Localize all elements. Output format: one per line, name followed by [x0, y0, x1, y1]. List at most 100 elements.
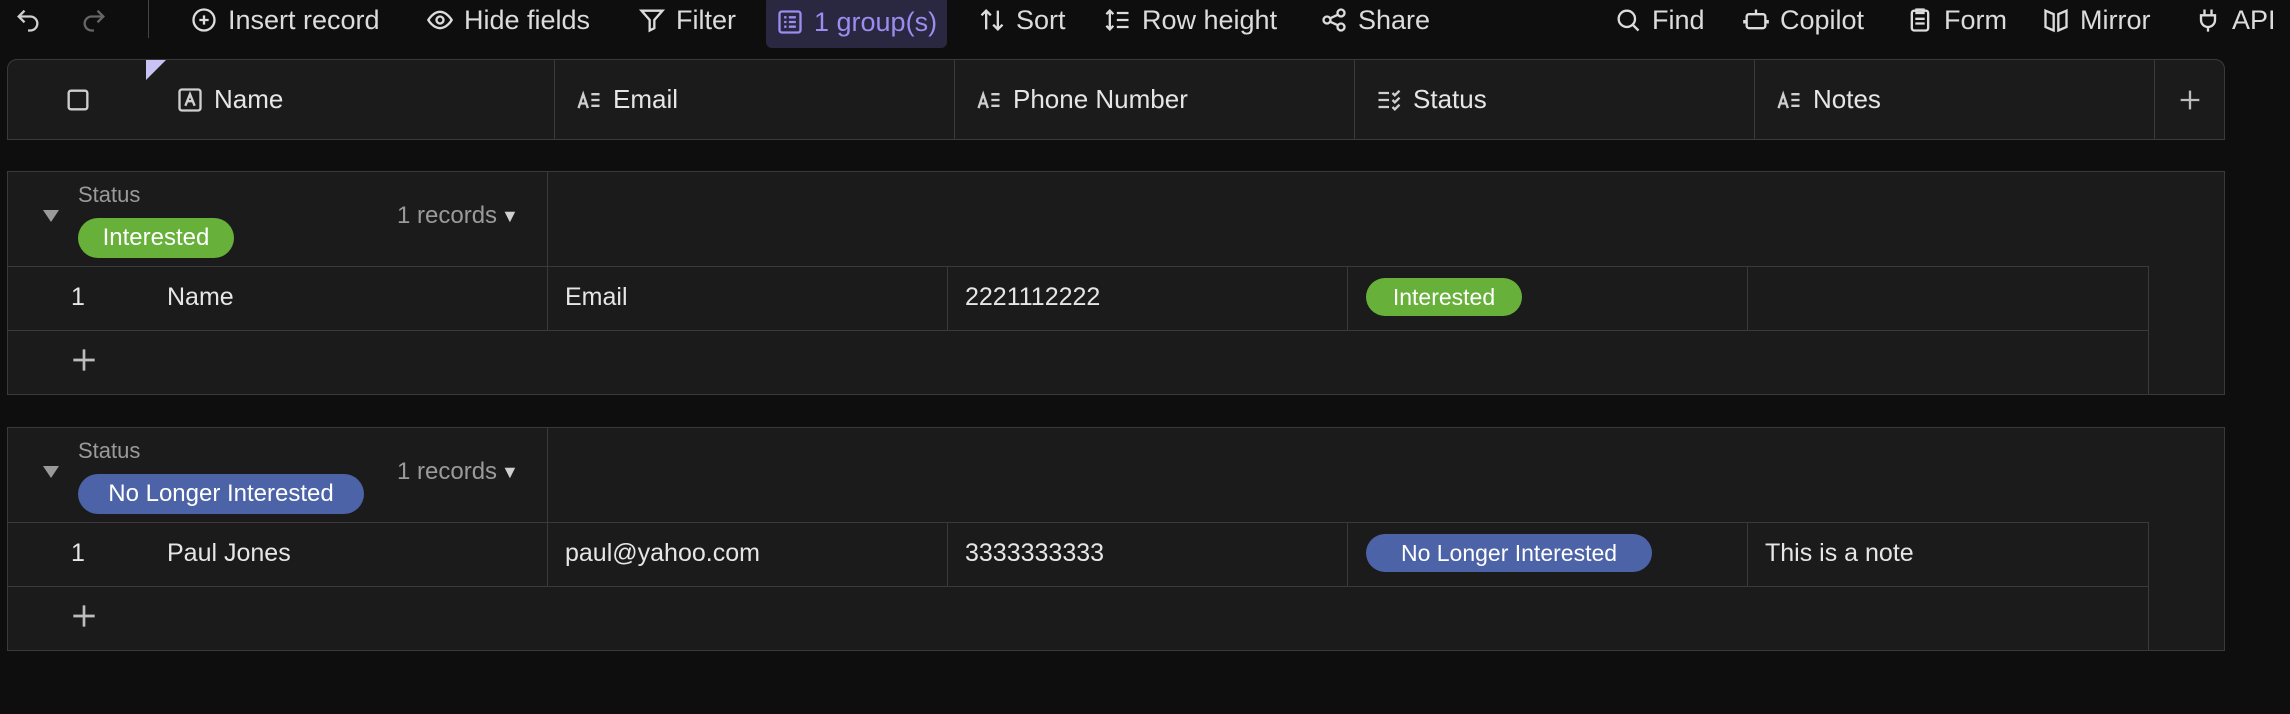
- find-button[interactable]: Find: [1614, 0, 1705, 40]
- column-header-row: Name Email Phone Number Status Notes: [7, 59, 2225, 140]
- group-value-badge: Interested: [78, 218, 234, 258]
- copilot-label: Copilot: [1780, 4, 1865, 35]
- row-height-button[interactable]: Row height: [1104, 0, 1277, 40]
- divider: [8, 266, 2148, 267]
- robot-icon: [1743, 9, 1769, 30]
- cell-phone[interactable]: 3333333333: [965, 539, 1104, 568]
- cell-notes[interactable]: This is a note: [1765, 539, 1914, 568]
- toolbar-divider: [148, 0, 149, 38]
- mirror-button[interactable]: Mirror: [2042, 0, 2150, 40]
- column-header-label: Name: [214, 84, 284, 114]
- row-index: 1: [71, 283, 85, 311]
- sort-button[interactable]: Sort: [978, 0, 1066, 40]
- collapse-group-icon[interactable]: [43, 466, 59, 478]
- group-field-label: Status: [78, 182, 141, 207]
- api-label: API: [2232, 4, 2276, 35]
- cell-email[interactable]: paul@yahoo.com: [565, 539, 760, 568]
- column-header-label: Notes: [1813, 84, 1881, 114]
- find-label: Find: [1652, 4, 1705, 35]
- checkbox-icon: [67, 89, 89, 110]
- group-section: Status No Longer Interested 1 records ▼ …: [7, 427, 2225, 651]
- add-row-icon[interactable]: [68, 600, 100, 632]
- hide-fields-button[interactable]: Hide fields: [426, 0, 590, 40]
- share-icon: [1322, 8, 1346, 32]
- add-row-icon[interactable]: [68, 344, 100, 376]
- row-index: 1: [71, 539, 85, 567]
- divider: [947, 266, 948, 330]
- dropdown-arrow-icon: ▼: [501, 461, 519, 482]
- group-record-count[interactable]: 1 records ▼: [397, 202, 519, 230]
- redo-button[interactable]: [80, 0, 108, 40]
- divider: [547, 522, 548, 586]
- column-header-phone-number[interactable]: Phone Number: [955, 60, 1355, 139]
- insert-record-label: Insert record: [228, 4, 380, 35]
- divider: [1347, 266, 1348, 330]
- text-field-icon: [178, 87, 202, 112]
- sort-label: Sort: [1016, 4, 1066, 35]
- row-height-label: Row height: [1142, 4, 1278, 35]
- plug-icon: [2199, 9, 2217, 32]
- plus-circle-icon: [192, 8, 216, 32]
- divider: [947, 522, 948, 586]
- divider: [547, 428, 548, 524]
- toolbar: Insert record Hide fields Filter 1 group…: [0, 0, 2290, 48]
- long-text-icon: [577, 89, 600, 109]
- divider: [1747, 266, 1748, 330]
- group-record-count-label: 1 records: [397, 202, 498, 229]
- share-button[interactable]: Share: [1320, 0, 1430, 40]
- group-list-icon: [778, 10, 802, 34]
- cell-status-badge[interactable]: Interested: [1366, 278, 1522, 316]
- add-field-button[interactable]: [2155, 60, 2224, 139]
- api-button[interactable]: API: [2194, 0, 2276, 40]
- cell-name[interactable]: Name: [167, 283, 234, 312]
- insert-record-button[interactable]: Insert record: [190, 0, 380, 40]
- row-height-icon: [1105, 9, 1129, 31]
- group-record-count[interactable]: 1 records ▼: [397, 458, 519, 486]
- divider: [8, 522, 2148, 523]
- group-section: Status Interested 1 records ▼ 1 Name Ema…: [7, 171, 2225, 395]
- filter-button[interactable]: Filter: [638, 0, 736, 40]
- column-header-label: Email: [613, 84, 679, 114]
- select-list-icon: [1378, 89, 1401, 111]
- form-button[interactable]: Form: [1906, 0, 2007, 40]
- group-record-count-label: 1 records: [397, 458, 498, 485]
- plus-icon: [2180, 90, 2199, 109]
- eye-icon: [426, 10, 454, 30]
- mirror-label: Mirror: [2080, 4, 2151, 35]
- filter-label: Filter: [676, 4, 736, 35]
- undo-icon: [17, 9, 39, 32]
- group-field-label: Status: [78, 438, 141, 463]
- cell-name[interactable]: Paul Jones: [167, 539, 291, 568]
- redo-icon: [83, 9, 105, 32]
- group-label: 1 group(s): [814, 6, 938, 37]
- divider: [1347, 522, 1348, 586]
- dropdown-arrow-icon: ▼: [501, 205, 519, 226]
- divider: [1747, 522, 1748, 586]
- clipboard-icon: [1910, 8, 1930, 32]
- form-label: Form: [1944, 4, 2007, 35]
- sort-icon: [980, 9, 1004, 31]
- cell-status-badge[interactable]: No Longer Interested: [1366, 534, 1652, 572]
- column-header-name[interactable]: Name: [148, 60, 555, 139]
- long-text-icon: [977, 89, 1000, 109]
- column-header-notes[interactable]: Notes: [1755, 60, 2155, 139]
- cell-phone[interactable]: 2221112222: [965, 283, 1100, 312]
- divider: [2148, 522, 2149, 650]
- hide-fields-label: Hide fields: [464, 4, 591, 35]
- column-header-email[interactable]: Email: [555, 60, 955, 139]
- column-header-label: Phone Number: [1013, 84, 1188, 114]
- copilot-button[interactable]: Copilot: [1742, 0, 1864, 40]
- column-header-status[interactable]: Status: [1355, 60, 1755, 139]
- divider: [547, 266, 548, 330]
- undo-button[interactable]: [14, 0, 42, 40]
- cell-email[interactable]: Email: [565, 283, 628, 312]
- column-header-label: Status: [1413, 84, 1487, 114]
- select-all-checkbox[interactable]: [8, 60, 148, 139]
- divider: [2148, 266, 2149, 394]
- collapse-group-icon[interactable]: [43, 210, 59, 222]
- filter-icon: [638, 9, 666, 33]
- long-text-icon: [1777, 89, 1800, 109]
- divider: [8, 586, 2148, 587]
- group-button[interactable]: 1 group(s): [766, 0, 948, 48]
- group-value-badge: No Longer Interested: [78, 474, 364, 514]
